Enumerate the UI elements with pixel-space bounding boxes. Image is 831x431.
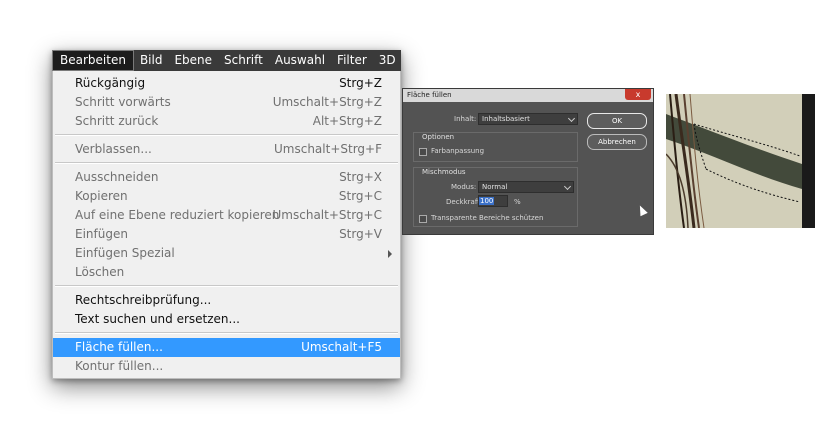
menu-separator [55,162,398,164]
menu-item-shortcut: Alt+Strg+Z [312,114,382,128]
menu-separator [55,134,398,136]
menu-item-undo[interactable]: Rückgängig Strg+Z [53,74,400,93]
menu-item-shortcut: Strg+V [339,227,382,241]
menu-item-shortcut: Strg+C [338,189,382,203]
menu-item-label: Einfügen [75,227,128,241]
blend-group-title: Mischmodus [422,168,466,176]
menu-item-cut[interactable]: Ausschneiden Strg+X [53,168,400,187]
protect-transparency-checkbox[interactable] [419,215,427,223]
menu-item-clear[interactable]: Löschen [53,263,400,282]
menu-ebene[interactable]: Ebene [168,50,218,71]
options-group: Optionen Farbanpassung [413,132,578,162]
menu-filter[interactable]: Filter [331,50,373,71]
menu-auswahl[interactable]: Auswahl [269,50,331,71]
opacity-unit: % [514,198,521,206]
content-select[interactable]: Inhaltsbasiert [478,113,578,125]
color-adapt-checkbox[interactable] [419,148,427,156]
menu-item-label: Text suchen und ersetzen... [75,312,240,326]
menu-bar: Bearbeiten Bild Ebene Schrift Auswahl Fi… [52,50,401,71]
menu-item-shortcut: Strg+X [339,170,382,184]
menu-item-step-forward[interactable]: Schritt vorwärts Umschalt+Strg+Z [53,93,400,112]
submenu-arrow-icon [388,250,392,258]
dialog-title-bar: Fläche füllen x [403,89,653,102]
chevron-down-icon [567,114,576,123]
cancel-button[interactable]: Abbrechen [587,134,647,150]
content-label: Inhalt: [454,115,477,123]
photo-preview [666,94,815,228]
menu-item-label: Fläche füllen... [75,340,163,354]
menu-item-label: Schritt zurück [75,114,159,128]
menu-separator [55,285,398,287]
menu-item-label: Auf eine Ebene reduziert kopieren [75,208,280,222]
edit-menu-window: Bearbeiten Bild Ebene Schrift Auswahl Fi… [52,50,401,379]
close-button[interactable]: x [625,89,651,100]
options-group-title: Optionen [422,133,455,141]
fill-dialog: Fläche füllen x Inhalt: Inhaltsbasiert O… [402,88,654,235]
dialog-body: Inhalt: Inhaltsbasiert Optionen Farbanpa… [403,102,653,234]
menu-item-label: Kopieren [75,189,128,203]
menu-item-copy-merged[interactable]: Auf eine Ebene reduziert kopieren Umscha… [53,206,400,225]
mode-select[interactable]: Normal [478,181,574,193]
menu-item-spellcheck[interactable]: Rechtschreibprüfung... [53,291,400,310]
menu-item-copy[interactable]: Kopieren Strg+C [53,187,400,206]
menu-item-fade[interactable]: Verblassen... Umschalt+Strg+F [53,140,400,159]
protect-transparency-label: Transparente Bereiche schützen [431,214,544,222]
menu-item-step-backward[interactable]: Schritt zurück Alt+Strg+Z [53,112,400,131]
opacity-label: Deckkraft: [446,198,483,206]
menu-item-label: Löschen [75,265,125,279]
chevron-down-icon [563,182,572,191]
hair-selection-image [666,94,815,228]
menu-3d[interactable]: 3D [373,50,402,71]
mode-label: Modus: [451,183,477,191]
menu-item-shortcut: Umschalt+Strg+F [274,142,382,156]
menu-bild[interactable]: Bild [134,50,169,71]
menu-schrift[interactable]: Schrift [218,50,269,71]
menu-item-fill[interactable]: Fläche füllen... Umschalt+F5 [53,338,400,357]
opacity-input-value: 100 [479,197,495,205]
menu-item-label: Schritt vorwärts [75,95,171,109]
dialog-title: Fläche füllen [407,91,452,99]
menu-item-paste[interactable]: Einfügen Strg+V [53,225,400,244]
menu-item-shortcut: Umschalt+Strg+Z [272,95,382,109]
menu-item-label: Rückgängig [75,76,146,90]
menu-item-label: Rechtschreibprüfung... [75,293,212,307]
opacity-input[interactable]: 100 [478,195,508,207]
ok-button[interactable]: OK [587,113,647,129]
menu-item-stroke[interactable]: Kontur füllen... [53,357,400,376]
menu-item-shortcut: Umschalt+Strg+C [272,208,382,222]
edit-menu-dropdown: Rückgängig Strg+Z Schritt vorwärts Umsch… [52,71,401,379]
menu-bearbeiten[interactable]: Bearbeiten [52,50,134,71]
menu-item-shortcut: Strg+Z [339,76,382,90]
color-adapt-label: Farbanpassung [431,147,485,155]
menu-item-label: Ausschneiden [75,170,159,184]
menu-item-label: Verblassen... [75,142,152,156]
menu-item-label: Einfügen Spezial [75,246,175,260]
menu-separator [55,332,398,334]
mode-select-value: Normal [482,183,508,191]
menu-item-label: Kontur füllen... [75,359,164,373]
menu-item-find-replace[interactable]: Text suchen und ersetzen... [53,310,400,329]
menu-item-shortcut: Umschalt+F5 [301,340,382,354]
content-select-value: Inhaltsbasiert [482,115,530,123]
menu-item-paste-special[interactable]: Einfügen Spezial [53,244,400,263]
